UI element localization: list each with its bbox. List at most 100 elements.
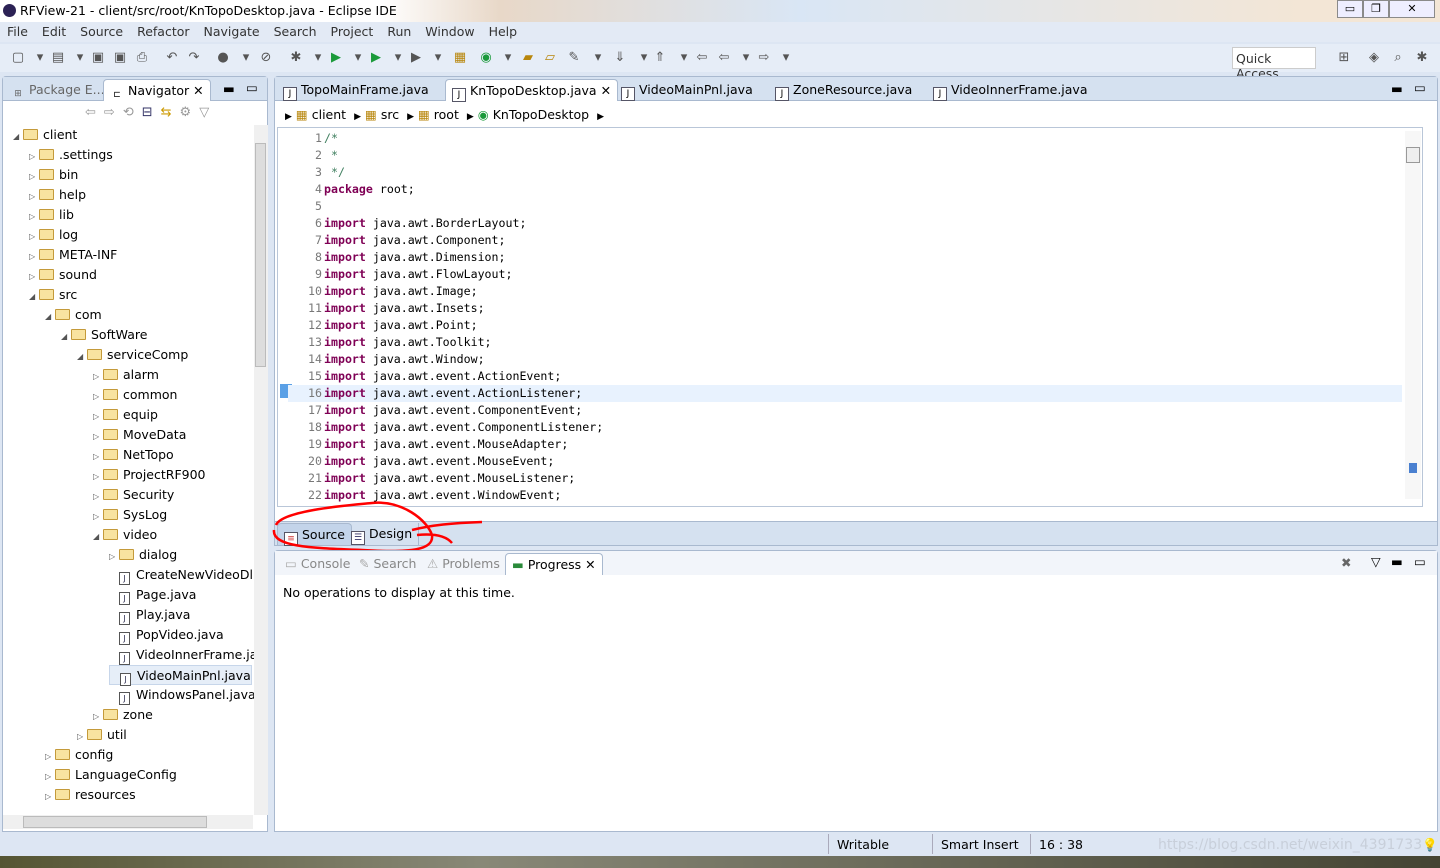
- back-icon[interactable]: ⇦: [85, 105, 104, 120]
- java-perspective-icon[interactable]: ◈: [1366, 50, 1382, 66]
- menu-project[interactable]: Project: [324, 22, 381, 41]
- dropdown-icon[interactable]: ▾: [390, 50, 406, 66]
- tree-item[interactable]: ▷ Security: [93, 485, 174, 505]
- chevron-right-icon[interactable]: ▶: [467, 112, 474, 122]
- minimize-icon[interactable]: ▬: [1391, 554, 1403, 569]
- tree-item[interactable]: ▷ help: [29, 185, 86, 205]
- menu-file[interactable]: File: [0, 22, 35, 41]
- close-icon[interactable]: ✕: [601, 83, 611, 98]
- bottom-tab-problems[interactable]: ⚠ Problems: [421, 553, 506, 575]
- tree-item[interactable]: ▷ common: [93, 385, 177, 405]
- tree-item[interactable]: ◢ SoftWare: [61, 325, 147, 345]
- remove-all-icon[interactable]: ✖: [1341, 555, 1351, 570]
- lightbulb-icon[interactable]: 💡: [1422, 837, 1438, 853]
- menu-search[interactable]: Search: [267, 22, 324, 41]
- tree-item[interactable]: ▷ MoveData: [93, 425, 186, 445]
- bottom-tab-progress[interactable]: ▬ Progress ✕: [505, 553, 603, 575]
- open-perspective-icon[interactable]: ⊞: [1336, 50, 1352, 66]
- bottom-tab-search[interactable]: ✎ Search: [353, 553, 422, 575]
- undo-icon[interactable]: ↶: [164, 50, 180, 66]
- expanded-arrow-icon[interactable]: ◢: [13, 127, 23, 147]
- collapsed-arrow-icon[interactable]: ▷: [45, 787, 55, 807]
- view-menu-icon[interactable]: ▽: [1371, 554, 1381, 569]
- close-button[interactable]: ✕: [1389, 0, 1435, 18]
- tree-item[interactable]: ▷ dialog: [109, 545, 177, 565]
- save-icon[interactable]: ▣: [90, 50, 106, 66]
- collapse-all-icon[interactable]: ⊟: [142, 105, 161, 120]
- tree-item[interactable]: ◢ serviceComp: [77, 345, 188, 365]
- maximize-icon[interactable]: ▭: [1414, 80, 1426, 95]
- collapsed-arrow-icon[interactable]: ▷: [29, 247, 39, 267]
- java-browsing-icon[interactable]: ⌕: [1390, 50, 1406, 66]
- menu-navigate[interactable]: Navigate: [197, 22, 267, 41]
- dropdown-icon[interactable]: ▾: [310, 50, 326, 66]
- tree-item[interactable]: ▷ ProjectRF900: [93, 465, 206, 485]
- scroll-thumb[interactable]: [23, 816, 207, 828]
- collapsed-arrow-icon[interactable]: ▷: [93, 367, 103, 387]
- redo-icon[interactable]: ↷: [186, 50, 202, 66]
- tree-vertical-scrollbar[interactable]: [254, 125, 268, 815]
- menu-edit[interactable]: Edit: [35, 22, 73, 41]
- collapsed-arrow-icon[interactable]: ▷: [93, 387, 103, 407]
- debug-perspective-icon[interactable]: ✱: [1414, 50, 1430, 66]
- new-package-icon[interactable]: ▦: [452, 50, 468, 66]
- dropdown-icon[interactable]: ▾: [636, 50, 652, 66]
- collapsed-arrow-icon[interactable]: ▷: [93, 467, 103, 487]
- tree-item[interactable]: ▷ LanguageConfig: [45, 765, 177, 785]
- next-annotation-icon[interactable]: ⇓: [612, 50, 628, 66]
- chevron-right-icon[interactable]: ▶: [354, 112, 361, 122]
- breadcrumb-item[interactable]: ▶ ▦ root: [407, 107, 459, 122]
- prev-annotation-icon[interactable]: ⇑: [652, 50, 668, 66]
- link-editor-icon[interactable]: ⇆: [161, 105, 180, 120]
- minimize-icon[interactable]: ▬: [223, 81, 235, 96]
- tree-item[interactable]: ▷ SysLog: [93, 505, 167, 525]
- save-all-icon[interactable]: ▣: [112, 50, 128, 66]
- editor-tab[interactable]: J TopoMainFrame.java: [277, 79, 435, 101]
- minimize-icon[interactable]: ▬: [1391, 81, 1403, 96]
- collapsed-arrow-icon[interactable]: ▷: [29, 147, 39, 167]
- maximize-icon[interactable]: ▭: [1414, 554, 1426, 569]
- tree-item[interactable]: ▷ lib: [29, 205, 74, 225]
- collapsed-arrow-icon[interactable]: ▷: [93, 707, 103, 727]
- external-tools-icon[interactable]: ▶: [408, 50, 424, 66]
- tree-item[interactable]: ▷ log: [29, 225, 78, 245]
- forward-icon[interactable]: ⇨: [104, 105, 123, 120]
- editor-tab[interactable]: J VideoMainPnl.java: [615, 79, 759, 101]
- collapsed-arrow-icon[interactable]: ▷: [93, 407, 103, 427]
- menu-run[interactable]: Run: [380, 22, 418, 41]
- collapsed-arrow-icon[interactable]: ▷: [29, 187, 39, 207]
- minimize-button[interactable]: ▭: [1337, 0, 1363, 18]
- dropdown-icon[interactable]: ▾: [238, 50, 254, 66]
- coverage-icon[interactable]: ▶: [368, 50, 384, 66]
- collapsed-arrow-icon[interactable]: ▷: [93, 487, 103, 507]
- tree-item[interactable]: J WindowsPanel.java: [109, 685, 256, 705]
- profile-icon[interactable]: ●: [215, 50, 231, 66]
- chevron-right-icon[interactable]: ▶: [597, 112, 604, 122]
- debug-icon[interactable]: ✱: [288, 50, 304, 66]
- back-icon[interactable]: ⇦: [716, 50, 732, 66]
- tree-horizontal-scrollbar[interactable]: [3, 815, 253, 829]
- dropdown-icon[interactable]: ▾: [676, 50, 692, 66]
- close-icon[interactable]: ✕: [193, 83, 203, 98]
- code-editor[interactable]: 1/* 2 * 3 */4 package root; 5 6 import java.aw…: [277, 127, 1423, 507]
- dropdown-icon[interactable]: ▾: [500, 50, 516, 66]
- new-icon[interactable]: ▢: [10, 50, 26, 66]
- tree-item[interactable]: ▷ alarm: [93, 365, 159, 385]
- up-icon[interactable]: ⟲: [123, 105, 142, 120]
- dropdown-icon[interactable]: ▾: [738, 50, 754, 66]
- forward-icon[interactable]: ⇨: [756, 50, 772, 66]
- tree-item[interactable]: ▷ .settings: [29, 145, 113, 165]
- expanded-arrow-icon[interactable]: ◢: [77, 347, 87, 367]
- dropdown-icon[interactable]: ▾: [778, 50, 794, 66]
- collapsed-arrow-icon[interactable]: ▷: [93, 427, 103, 447]
- close-icon[interactable]: ✕: [585, 557, 595, 572]
- editor-vertical-scrollbar[interactable]: [1405, 131, 1421, 499]
- menu-source[interactable]: Source: [73, 22, 130, 41]
- breadcrumb-item[interactable]: ▶ ▦ client: [285, 107, 346, 122]
- bottom-tab-console[interactable]: ▭ Console: [279, 553, 356, 575]
- tree-item[interactable]: ▷ sound: [29, 265, 97, 285]
- collapsed-arrow-icon[interactable]: ▷: [77, 727, 87, 747]
- menu-refactor[interactable]: Refactor: [130, 22, 196, 41]
- tree-item[interactable]: ▷ config: [45, 745, 113, 765]
- collapsed-arrow-icon[interactable]: ▷: [45, 767, 55, 787]
